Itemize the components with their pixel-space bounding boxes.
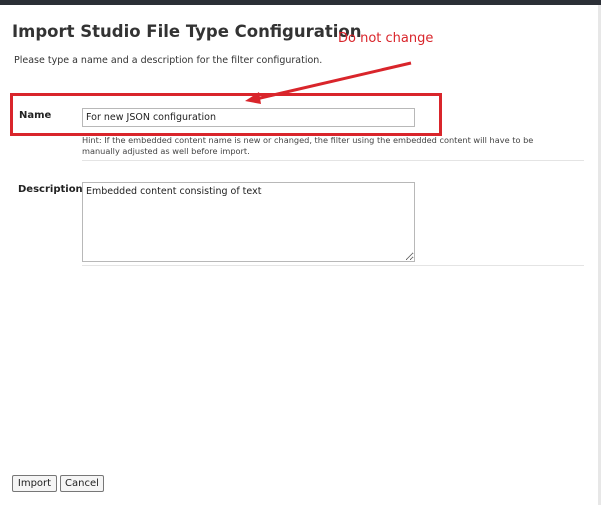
- separator: [82, 160, 584, 161]
- name-label: Name: [19, 110, 52, 121]
- cancel-button[interactable]: Cancel: [60, 475, 104, 492]
- name-input[interactable]: [82, 108, 415, 127]
- name-hint: Hint: If the embedded content name is ne…: [82, 135, 534, 156]
- import-button[interactable]: Import: [12, 475, 57, 492]
- separator: [82, 265, 584, 266]
- description-label: Description: [18, 184, 83, 195]
- description-textarea[interactable]: Embedded content consisting of text: [82, 182, 415, 262]
